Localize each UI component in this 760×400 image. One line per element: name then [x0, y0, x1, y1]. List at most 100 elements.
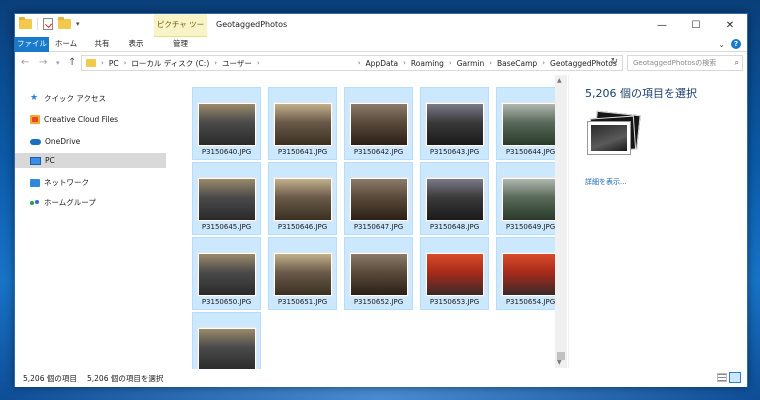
properties-icon[interactable] [43, 18, 53, 30]
tab-view[interactable]: 表示 [121, 37, 151, 52]
close-button[interactable]: ✕ [713, 14, 747, 36]
details-pane: 5,206 個の項目を選択 詳細を表示... [568, 75, 747, 368]
breadcrumb-separator[interactable]: › [358, 59, 361, 67]
search-input[interactable]: GeotaggedPhotosの検索 [627, 55, 743, 71]
photo-thumbnail [501, 177, 561, 222]
file-tile[interactable]: P3150640.JPG [192, 87, 261, 160]
photo-thumbnail [349, 102, 409, 147]
maximize-button[interactable]: ☐ [679, 14, 713, 36]
file-name: P3150651.JPG [277, 298, 328, 306]
expand-ribbon-icon[interactable]: ⌄ [718, 40, 725, 49]
photo-thumbnail [273, 177, 333, 222]
file-name: P3150649.JPG [505, 223, 556, 231]
file-tile[interactable]: P3150651.JPG [268, 237, 337, 310]
breadcrumb-separator[interactable]: › [542, 59, 545, 67]
file-tile[interactable]: P3150647.JPG [344, 162, 413, 235]
title-bar: ▾ ピクチャ ツール GeotaggedPhotos — ☐ ✕ [15, 14, 747, 51]
thumbnail-image [351, 104, 407, 145]
scroll-up-icon[interactable]: ▲ [557, 77, 562, 84]
file-tile[interactable]: P3150648.JPG [420, 162, 489, 235]
thumbnail-image [275, 254, 331, 295]
photo-thumbnail [273, 102, 333, 147]
breadcrumb-basecamp[interactable]: BaseCamp [497, 59, 537, 68]
file-tile[interactable]: P3150652.JPG [344, 237, 413, 310]
photo-thumbnail [349, 252, 409, 297]
new-folder-icon[interactable] [58, 17, 71, 29]
file-tile[interactable]: P3150650.JPG [192, 237, 261, 310]
minimize-button[interactable]: — [645, 14, 679, 36]
tab-manage[interactable]: 管理 [158, 37, 203, 52]
nav-item-quick-access[interactable]: ★ クイック アクセス [15, 91, 166, 106]
nav-item-homegroup[interactable]: ホームグループ [15, 195, 166, 210]
nav-item-label: PC [45, 156, 55, 165]
nav-item-creative-cloud[interactable]: Creative Cloud Files [15, 112, 166, 127]
breadcrumb-garmin[interactable]: Garmin [457, 59, 485, 68]
details-view-icon[interactable] [717, 373, 727, 382]
network-icon [30, 178, 40, 187]
customize-toolbar-icon[interactable]: ▾ [76, 20, 80, 28]
file-tile[interactable]: P3150646.JPG [268, 162, 337, 235]
breadcrumb-local-disk[interactable]: ローカル ディスク (C:) [131, 58, 209, 69]
large-icons-view-icon[interactable] [729, 372, 741, 383]
folder-icon[interactable] [19, 17, 32, 29]
window-controls: — ☐ ✕ [645, 14, 747, 36]
address-bar[interactable]: › PC › ローカル ディスク (C:) › ユーザー › › AppData… [81, 55, 623, 71]
breadcrumb-separator[interactable]: › [403, 59, 406, 67]
scroll-down-icon[interactable]: ▼ [557, 359, 562, 366]
navigation-pane: ★ クイック アクセス Creative Cloud Files OneDriv… [15, 75, 174, 368]
file-tile[interactable]: P3150653.JPG [420, 237, 489, 310]
file-tile[interactable]: P3150642.JPG [344, 87, 413, 160]
photo-thumbnail [197, 177, 257, 222]
nav-item-pc[interactable]: PC [15, 153, 166, 168]
breadcrumb-separator[interactable]: › [101, 59, 104, 67]
photo-thumbnail [197, 102, 257, 147]
recent-locations-icon[interactable]: ▾ [56, 59, 60, 67]
breadcrumb-roaming[interactable]: Roaming [411, 59, 444, 68]
help-icon[interactable]: ? [731, 39, 741, 49]
thumbnail-image [503, 179, 559, 220]
onedrive-icon [30, 138, 41, 145]
back-arrow-icon[interactable]: ← [21, 57, 29, 68]
show-more-details-link[interactable]: 詳細を表示... [585, 177, 627, 187]
tab-home[interactable]: ホーム [51, 37, 81, 52]
breadcrumb-users[interactable]: ユーザー [222, 58, 252, 69]
thumbnail-image [275, 104, 331, 145]
file-name: P3150644.JPG [505, 148, 556, 156]
forward-arrow-icon[interactable]: → [39, 57, 47, 68]
file-name: P3150650.JPG [201, 298, 252, 306]
tab-share[interactable]: 共有 [87, 37, 117, 52]
breadcrumb-separator[interactable]: › [214, 59, 217, 67]
folder-icon [86, 59, 96, 67]
thumbnail-image [351, 254, 407, 295]
breadcrumb-separator[interactable]: › [124, 59, 127, 67]
preview-card [587, 121, 631, 155]
nav-item-network[interactable]: ネットワーク [15, 175, 166, 190]
photo-thumbnail [501, 252, 561, 297]
breadcrumb-appdata[interactable]: AppData [366, 59, 399, 68]
breadcrumb-pc[interactable]: PC [109, 59, 119, 68]
thumbnail-image [199, 179, 255, 220]
breadcrumb-separator[interactable]: › [489, 59, 492, 67]
ribbon-tab-bar: ファイル ホーム 共有 表示 管理 [15, 37, 747, 52]
nav-item-onedrive[interactable]: OneDrive [15, 134, 166, 149]
file-tile[interactable]: P3150641.JPG [268, 87, 337, 160]
breadcrumb-separator[interactable]: › [449, 59, 452, 67]
address-dropdown-icon[interactable]: ⌄ [596, 58, 602, 66]
breadcrumb-separator[interactable]: › [257, 59, 260, 67]
thumbnail-image [427, 104, 483, 145]
tab-file[interactable]: ファイル [15, 37, 49, 52]
vertical-scrollbar[interactable]: ▲ ▼ [555, 75, 567, 368]
thumbnail-image [503, 254, 559, 295]
breadcrumb-geotaggedphotos[interactable]: GeotaggedPhotos [550, 59, 617, 68]
nav-item-label: クイック アクセス [44, 94, 107, 103]
photo-thumbnail [273, 252, 333, 297]
file-name: P3150642.JPG [353, 148, 404, 156]
photo-thumbnail [197, 327, 257, 372]
thumbnail-image [199, 104, 255, 145]
up-arrow-icon[interactable]: ↑ [68, 57, 76, 68]
file-name: P3150643.JPG [429, 148, 480, 156]
file-name: P3150640.JPG [201, 148, 252, 156]
file-tile[interactable]: P3150643.JPG [420, 87, 489, 160]
refresh-icon[interactable]: ↻ [610, 57, 618, 67]
file-tile[interactable]: P3150645.JPG [192, 162, 261, 235]
